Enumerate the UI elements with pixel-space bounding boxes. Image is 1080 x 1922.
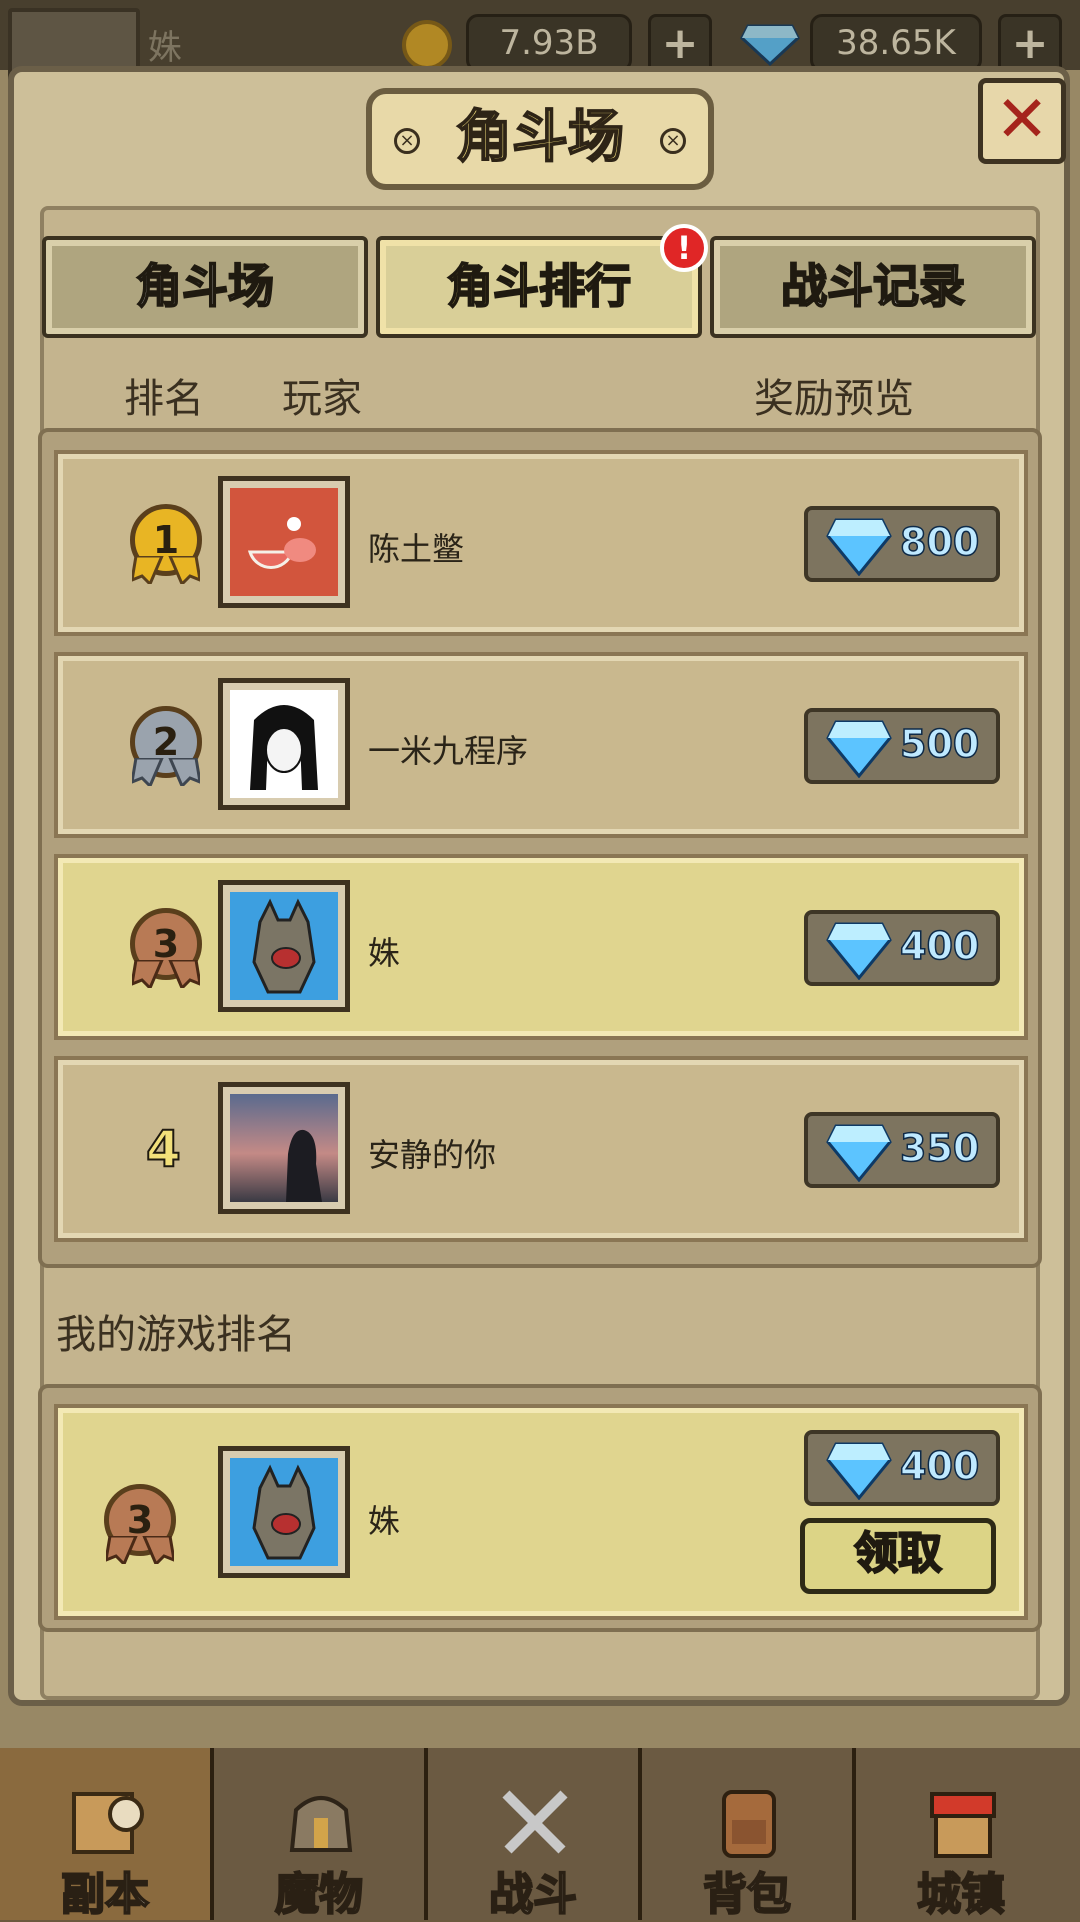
gem-icon	[826, 1124, 892, 1182]
column-header-rank: 排名	[124, 376, 204, 422]
title-plate: × 角斗场 ×	[366, 88, 714, 190]
reward-amount: 800	[899, 519, 980, 565]
reward-preview: 400	[804, 1430, 1000, 1506]
sunset-avatar	[230, 1094, 338, 1202]
close-button[interactable]: ✕	[978, 78, 1066, 164]
ranking-row-4[interactable]: 4 安静的你 350	[54, 1056, 1028, 1242]
column-header-player: 玩家	[282, 376, 362, 422]
notification-badge: !	[660, 224, 708, 272]
player-name: 一米九程序	[368, 732, 529, 770]
werewolf-avatar	[230, 1458, 338, 1566]
nav-label: 背包	[702, 1868, 792, 1921]
ranking-row-1[interactable]: 1 陈土鳖 800	[54, 450, 1028, 636]
ribbon-icon	[106, 1536, 174, 1564]
modal-title: 角斗场	[455, 104, 625, 171]
nav-town[interactable]: 城镇	[856, 1748, 1080, 1921]
tab-arena[interactable]: 角斗场	[42, 236, 368, 338]
reward-amount: 500	[899, 721, 980, 767]
nav-label: 城镇	[916, 1868, 1006, 1921]
ribbon-icon	[132, 556, 200, 584]
nav-dungeon[interactable]: 副本	[0, 1748, 214, 1921]
gem-icon	[826, 922, 892, 980]
ribbon-icon	[132, 960, 200, 988]
reward-preview: 800	[804, 506, 1000, 582]
nav-monsters[interactable]: 魔物	[214, 1748, 428, 1921]
avatar[interactable]	[218, 1082, 350, 1214]
bolt-icon: ×	[660, 128, 686, 154]
nav-label: 副本	[60, 1868, 150, 1921]
map-scroll-icon	[72, 1792, 144, 1854]
tab-battle-record[interactable]: 战斗记录	[710, 236, 1036, 338]
bolt-icon: ×	[394, 128, 420, 154]
watermelon-avatar	[230, 488, 338, 596]
bottom-navigation: 副本 魔物 战斗 背包 城镇	[0, 1748, 1080, 1921]
nav-backpack[interactable]: 背包	[642, 1748, 856, 1921]
player-name: 陈土鳖	[368, 530, 465, 568]
claim-button[interactable]: 领取	[800, 1518, 996, 1594]
avatar[interactable]	[218, 1446, 350, 1578]
nav-battle[interactable]: 战斗	[428, 1748, 642, 1921]
avatar[interactable]	[218, 880, 350, 1012]
player-name: 姝	[368, 1502, 401, 1540]
avatar[interactable]	[218, 678, 350, 810]
player-name: 姝	[368, 934, 401, 972]
shop-building-icon	[930, 1792, 996, 1858]
gem-icon	[826, 518, 892, 576]
rank-number: 4	[145, 1119, 182, 1179]
avatar[interactable]	[218, 476, 350, 608]
crossed-swords-icon	[502, 1790, 568, 1854]
ribbon-icon	[132, 758, 200, 786]
reward-amount: 400	[899, 1443, 980, 1489]
my-ranking-label: 我的游戏排名	[56, 1312, 296, 1358]
nav-label: 魔物	[274, 1868, 364, 1921]
reward-preview: 400	[804, 910, 1000, 986]
ranking-row-3[interactable]: 3 姝 400	[54, 854, 1028, 1040]
reward-preview: 500	[804, 708, 1000, 784]
reward-amount: 400	[899, 923, 980, 969]
ranking-row-2[interactable]: 2 一米九程序 500	[54, 652, 1028, 838]
gem-icon	[826, 1442, 892, 1500]
column-header-reward: 奖励预览	[754, 376, 914, 422]
gem-icon	[826, 720, 892, 778]
backpack-icon	[722, 1790, 776, 1858]
nav-label: 战斗	[488, 1868, 578, 1921]
player-name: 安静的你	[368, 1136, 497, 1174]
reward-amount: 350	[899, 1125, 980, 1171]
horned-helmet-icon	[289, 1796, 353, 1852]
anime-girl-avatar	[230, 690, 338, 798]
werewolf-avatar	[230, 892, 338, 1000]
reward-preview: 350	[804, 1112, 1000, 1188]
tab-arena-ranking[interactable]: 角斗排行	[376, 236, 702, 338]
